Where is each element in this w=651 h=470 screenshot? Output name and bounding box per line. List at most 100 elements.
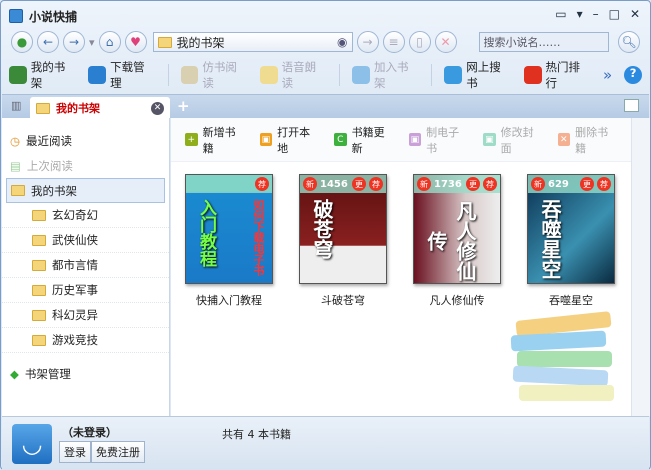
book-cover[interactable]: 荐入门教程 如何下载电子书 — [185, 174, 273, 284]
cover-badges: 新 1456 更荐 — [300, 175, 386, 193]
login-button[interactable]: 登录 — [59, 441, 91, 463]
search-button[interactable]: 🔍︎ — [618, 31, 640, 53]
sidebar-category[interactable]: 游戏竞技 — [2, 328, 169, 353]
action-button[interactable]: + 新增书籍 — [185, 124, 246, 156]
toolbar-item[interactable]: 语音朗读 — [259, 59, 327, 91]
sidebar-toggle-icon[interactable]: ▥ — [11, 99, 21, 112]
book-cover[interactable]: 新 629 更荐吞噬星空 — [527, 174, 615, 284]
tab-label: 我的书架 — [56, 102, 100, 115]
book-title: 快捕入门教程 — [196, 294, 262, 307]
more-button[interactable]: » — [603, 66, 612, 84]
book-title: 凡人修仙传 — [429, 294, 485, 307]
toolbar-item[interactable]: 我的书架 — [9, 59, 76, 91]
cover-badges: 新 629 更荐 — [528, 175, 614, 193]
update-badge: 更 — [580, 177, 594, 191]
folder-icon — [32, 284, 46, 296]
stop-button[interactable]: ✕ — [434, 31, 457, 53]
app-window: 小说快捕 ▭ ▾ – □ ✕ ● ← → ▾ ⌂ ♥ 我的书架 ◉ → ≡ ▯ ✕ 搜索小… — [0, 0, 651, 470]
toolbar-item[interactable]: 网上搜书 — [444, 59, 511, 91]
book-item[interactable]: 荐入门教程 如何下载电子书快捕入门教程 — [185, 174, 273, 308]
action-icon: ▣ — [408, 133, 422, 146]
page-button[interactable]: ▯ — [408, 31, 431, 53]
update-count: 1736 — [434, 178, 462, 190]
toolbar-item[interactable]: 下载管理 — [88, 59, 155, 91]
help-icon[interactable]: ? — [624, 66, 643, 84]
search-placeholder: 搜索小说名…… — [483, 36, 561, 49]
action-button[interactable]: ▣ 制电子书 — [408, 124, 470, 156]
sidebar-category[interactable]: 武侠仙侠 — [2, 228, 169, 253]
minimize-button[interactable]: – — [593, 7, 599, 21]
avatar[interactable]: ◡ — [12, 424, 52, 464]
sidebar-category[interactable]: 科幻灵异 — [2, 303, 169, 328]
label: 历史军事 — [52, 283, 98, 297]
book-item[interactable]: 新 629 更荐吞噬星空 吞噬星空 — [527, 174, 615, 308]
action-button[interactable]: ✕ 删除书籍 — [557, 124, 619, 156]
forward-button[interactable]: → — [63, 31, 85, 53]
sidebar-category[interactable]: 历史军事 — [2, 278, 169, 303]
sidebar-category[interactable]: 玄幻奇幻 — [2, 203, 169, 228]
book-cover[interactable]: 新 1736 更荐凡人修仙传 — [413, 174, 501, 284]
maximize-button[interactable]: □ — [609, 7, 620, 21]
toolbar-label: 仿书阅读 — [202, 60, 237, 90]
label: 我的书架 — [31, 183, 77, 198]
sidebar-item-recent[interactable]: ◷ 最近阅读 — [2, 128, 169, 153]
user-icon[interactable]: ● — [11, 31, 33, 53]
tab-bar: ▥ 我的书架 ✕ + — [2, 94, 649, 119]
toolbar-icon — [352, 66, 370, 84]
sidebar-category[interactable]: 都市言情 — [2, 253, 169, 278]
label: 上次阅读 — [26, 158, 73, 173]
book-item[interactable]: 新 1736 更荐凡人修仙传 凡人修仙传 — [413, 174, 501, 308]
separator — [167, 64, 169, 86]
toolbar-item[interactable]: 仿书阅读 — [180, 59, 248, 91]
book-item[interactable]: 新 1456 更荐破苍穹 斗破苍穹 — [299, 174, 387, 308]
cover-badges: 荐 — [186, 175, 272, 193]
scrollbar[interactable] — [631, 118, 650, 416]
action-button[interactable]: C 书籍更新 — [334, 124, 395, 156]
toolbar-label: 网上搜书 — [466, 60, 501, 90]
register-button[interactable]: 免费注册 — [91, 441, 145, 463]
toolbar-item[interactable]: 热门排行 — [523, 59, 591, 91]
label: 武侠仙侠 — [52, 233, 98, 247]
folder-icon — [32, 209, 46, 221]
shelf-icon — [11, 185, 25, 196]
history-dropdown-icon[interactable]: ▾ — [89, 36, 95, 49]
manage-icon: ◆ — [10, 366, 19, 381]
shelf-icon — [157, 36, 172, 48]
action-button[interactable]: ▣ 打开本地 — [259, 124, 321, 156]
recommend-badge: 荐 — [597, 177, 611, 191]
home-button[interactable]: ⌂ — [98, 31, 121, 53]
book-icon: ▤ — [10, 158, 21, 173]
label: 都市言情 — [52, 258, 98, 272]
sidebar-item-my-shelf[interactable]: 我的书架 — [6, 178, 165, 203]
toolbar-icon — [444, 66, 463, 84]
sidebar-item-shelf-manage[interactable]: ◆ 书架管理 — [2, 361, 169, 386]
book-cover[interactable]: 新 1456 更荐破苍穹 — [299, 174, 387, 284]
action-button[interactable]: ▣ 修改封面 — [483, 124, 544, 156]
toolbar-item[interactable]: 加入书架 — [352, 59, 419, 91]
toolbar-label: 语音朗读 — [281, 60, 317, 90]
cover-title: 凡人修仙传 — [424, 201, 477, 281]
favorite-button[interactable]: ♥ — [124, 31, 147, 53]
search-input[interactable]: 搜索小说名…… — [478, 32, 609, 52]
action-icon: ▣ — [259, 133, 273, 146]
sidebar-item-last-read[interactable]: ▤ 上次阅读 — [2, 153, 169, 178]
toolbar-icon — [88, 66, 107, 84]
back-button[interactable]: ← — [37, 31, 59, 53]
go-button[interactable]: → — [356, 31, 379, 53]
close-button[interactable]: ✕ — [630, 7, 640, 21]
book-grid: 荐入门教程 如何下载电子书 快捕入门教程新 1456 更荐破苍穹 斗破苍穹新 1736 更荐凡… — [171, 162, 632, 308]
tab-my-shelf[interactable]: 我的书架 ✕ — [30, 97, 170, 119]
close-tab-icon[interactable]: ✕ — [151, 101, 164, 115]
list-button[interactable]: ≡ — [382, 31, 405, 53]
action-label: 新增书籍 — [202, 125, 236, 155]
address-dropdown-icon[interactable]: ◉ — [337, 35, 347, 49]
feedback-icon[interactable]: ▭ — [555, 7, 566, 21]
action-label: 制电子书 — [426, 125, 460, 155]
menu-icon[interactable]: ▾ — [577, 7, 583, 21]
panel-icon[interactable] — [624, 99, 639, 112]
separator — [431, 64, 433, 86]
address-bar[interactable]: 我的书架 ◉ — [152, 32, 353, 52]
toolbar-label: 热门排行 — [545, 60, 581, 90]
new-tab-button[interactable]: + — [177, 97, 190, 115]
app-title: 小说快捕 — [29, 9, 78, 24]
